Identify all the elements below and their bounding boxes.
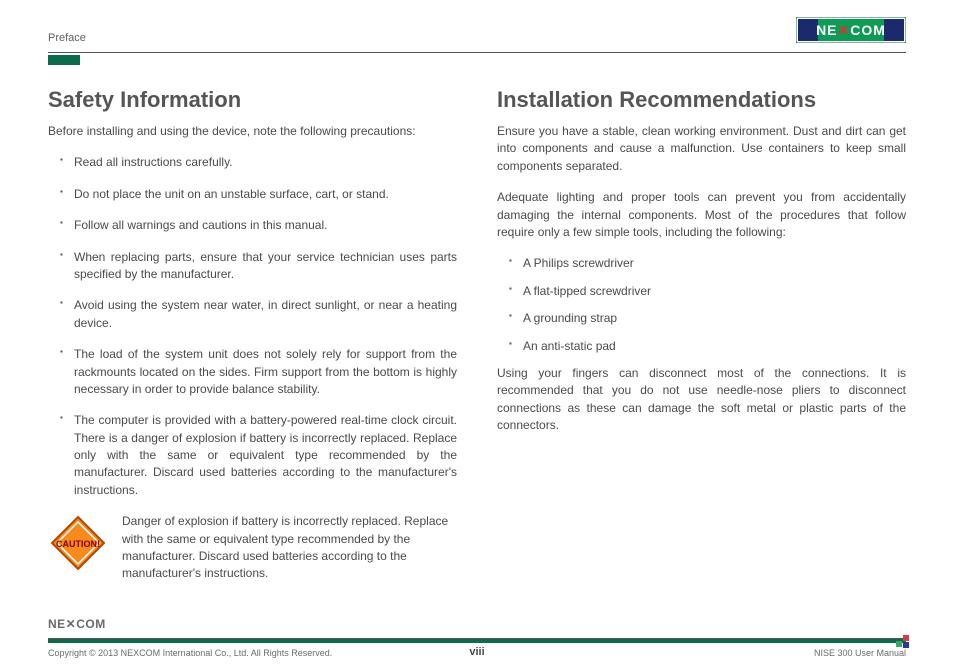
safety-intro: Before installing and using the device, … [48, 123, 457, 140]
svg-text:NE✕COM: NE✕COM [48, 617, 106, 631]
list-item: Follow all warnings and cautions in this… [60, 217, 457, 234]
safety-heading: Safety Information [48, 87, 457, 113]
list-item: An anti-static pad [509, 338, 906, 355]
page-header: Preface NE✕COM [48, 18, 906, 48]
list-item: A grounding strap [509, 310, 906, 327]
footer-logo: NE✕COM [48, 617, 906, 636]
page-number: viii [0, 646, 954, 658]
brand-logo: NE✕COM [796, 17, 906, 48]
svg-text:NE✕COM: NE✕COM [816, 22, 886, 38]
safety-bullets: Read all instructions carefully. Do not … [60, 154, 457, 499]
left-column: Safety Information Before installing and… [48, 87, 457, 583]
list-item: When replacing parts, ensure that your s… [60, 249, 457, 284]
list-item: The load of the system unit does not sol… [60, 346, 457, 398]
right-column: Installation Recommendations Ensure you … [497, 87, 906, 583]
list-item: Do not place the unit on an unstable sur… [60, 186, 457, 203]
content-columns: Safety Information Before installing and… [48, 87, 906, 583]
list-item: Read all instructions carefully. [60, 154, 457, 171]
caution-icon: CAUTION! [48, 513, 108, 578]
tools-list: A Philips screwdriver A flat-tipped scre… [509, 255, 906, 355]
list-item: A flat-tipped screwdriver [509, 283, 906, 300]
footer-rule [48, 638, 906, 643]
install-para1: Ensure you have a stable, clean working … [497, 123, 906, 175]
install-para2: Adequate lighting and proper tools can p… [497, 189, 906, 241]
caution-block: CAUTION! Danger of explosion if battery … [48, 513, 457, 583]
list-item: Avoid using the system near water, in di… [60, 297, 457, 332]
list-item: A Philips screwdriver [509, 255, 906, 272]
accent-bar [48, 55, 80, 65]
install-para3: Using your fingers can disconnect most o… [497, 365, 906, 435]
section-label: Preface [48, 32, 86, 48]
list-item: The computer is provided with a battery-… [60, 412, 457, 499]
install-heading: Installation Recommendations [497, 87, 906, 113]
header-rule [48, 52, 906, 53]
caution-text: Danger of explosion if battery is incorr… [122, 513, 457, 583]
svg-text:CAUTION!: CAUTION! [56, 539, 100, 549]
